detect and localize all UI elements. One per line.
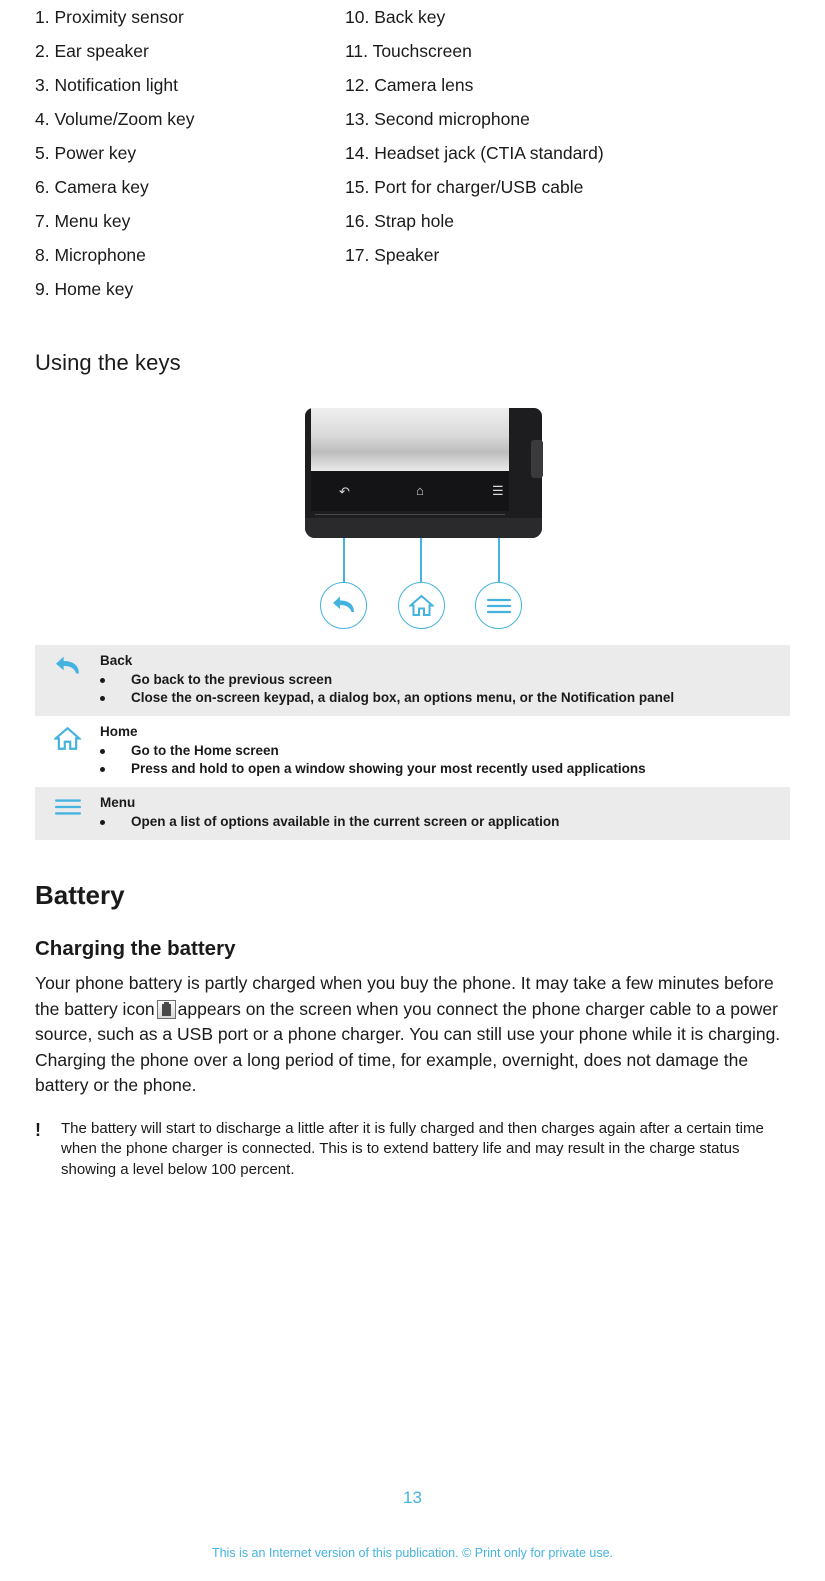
leader-line-menu [498,538,500,583]
key-bullet: Go to the Home screen [100,742,782,760]
menu-lines-icon [35,794,100,817]
part-item: 2. Ear speaker [35,41,149,61]
page-number: 13 [403,1488,422,1507]
back-arrow-icon [320,582,367,629]
key-row-text: Menu Open a list of options available in… [100,794,790,831]
phone-illustration: ↶ ⌂ ☰ [35,408,790,629]
home-house-icon [35,723,100,751]
keys-description-table: Back Go back to the previous screen Clos… [35,645,790,840]
phone-bottom-strip [305,518,542,538]
battery-note: ! The battery will start to discharge a … [35,1119,790,1181]
phone-hairline [315,514,505,515]
battery-chapter-title: Battery [35,880,125,910]
key-row-home: Home Go to the Home screen Press and hol… [35,716,790,787]
key-row-back: Back Go back to the previous screen Clos… [35,645,790,716]
part-item: 6. Camera key [35,177,149,197]
leader-line-back [343,538,345,583]
part-item: 11. Touchscreen [345,41,472,61]
exclamation-icon: ! [35,1119,41,1140]
key-bullet: Open a list of options available in the … [100,813,782,831]
document-page: 1. Proximity sensor 2. Ear speaker 3. No… [0,0,825,1581]
key-title: Home [100,724,138,739]
part-item: 3. Notification light [35,75,178,95]
part-item: 12. Camera lens [345,75,474,95]
key-row-text: Home Go to the Home screen Press and hol… [100,723,790,778]
key-title: Menu [100,795,136,810]
battery-status-icon [156,999,176,1019]
phone-device-graphic: ↶ ⌂ ☰ [305,408,543,538]
parts-list-left-column: 1. Proximity sensor 2. Ear speaker 3. No… [35,0,345,306]
phone-screen [311,408,509,471]
key-row-text: Back Go back to the previous screen Clos… [100,652,790,707]
key-title: Back [100,653,133,668]
menu-lines-icon [475,582,522,629]
footer-note: This is an Internet version of this publ… [211,1546,614,1560]
charging-the-battery-title: Charging the battery [35,937,236,960]
key-bullet-list: Go to the Home screen Press and hold to … [100,742,782,778]
phone-home-key-glyph: ⌂ [416,483,424,498]
part-item: 5. Power key [35,143,137,163]
parts-list: 1. Proximity sensor 2. Ear speaker 3. No… [35,0,790,306]
key-bullet: Go back to the previous screen [100,671,782,689]
part-item: 10. Back key [345,7,446,27]
phone-menu-key-glyph: ☰ [492,483,504,498]
battery-paragraph: Your phone battery is partly charged whe… [35,971,790,1099]
part-item: 15. Port for charger/USB cable [345,177,584,197]
key-row-menu: Menu Open a list of options available in… [35,787,790,840]
key-bullet-list: Open a list of options available in the … [100,813,782,831]
part-item: 16. Strap hole [345,211,454,231]
battery-note-text: The battery will start to discharge a li… [61,1119,764,1178]
part-item: 4. Volume/Zoom key [35,109,195,129]
home-house-icon [398,582,445,629]
part-item: 14. Headset jack (CTIA standard) [345,143,604,163]
back-arrow-icon [35,652,100,679]
key-bullet: Close the on-screen keypad, a dialog box… [100,689,782,707]
key-bullet: Press and hold to open a window showing … [100,760,782,778]
part-item: 8. Microphone [35,245,146,265]
leader-line-home [420,538,422,583]
parts-list-right-column: 10. Back key 11. Touchscreen 12. Camera … [345,0,765,306]
phone-side-key [531,440,543,478]
part-item: 9. Home key [35,279,134,299]
using-the-keys-heading: Using the keys [35,350,181,375]
part-item: 1. Proximity sensor [35,7,184,27]
part-item: 7. Menu key [35,211,131,231]
part-item: 17. Speaker [345,245,440,265]
phone-back-key-glyph: ↶ [339,484,350,499]
key-bullet-list: Go back to the previous screen Close the… [100,671,782,707]
part-item: 13. Second microphone [345,109,530,129]
